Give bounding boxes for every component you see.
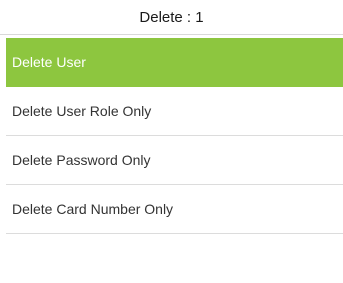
delete-menu-screen: Delete : 1 Delete User Delete User Role … xyxy=(0,0,343,283)
menu-item-delete-card-number-only[interactable]: Delete Card Number Only xyxy=(6,185,343,234)
empty-menu-row xyxy=(6,234,343,283)
delete-options-list: Delete User Delete User Role Only Delete… xyxy=(6,38,343,283)
menu-item-delete-password-only[interactable]: Delete Password Only xyxy=(6,136,343,185)
page-title: Delete : 1 xyxy=(0,0,343,35)
menu-item-delete-user-role-only[interactable]: Delete User Role Only xyxy=(6,87,343,136)
menu-item-delete-user[interactable]: Delete User xyxy=(6,38,343,87)
